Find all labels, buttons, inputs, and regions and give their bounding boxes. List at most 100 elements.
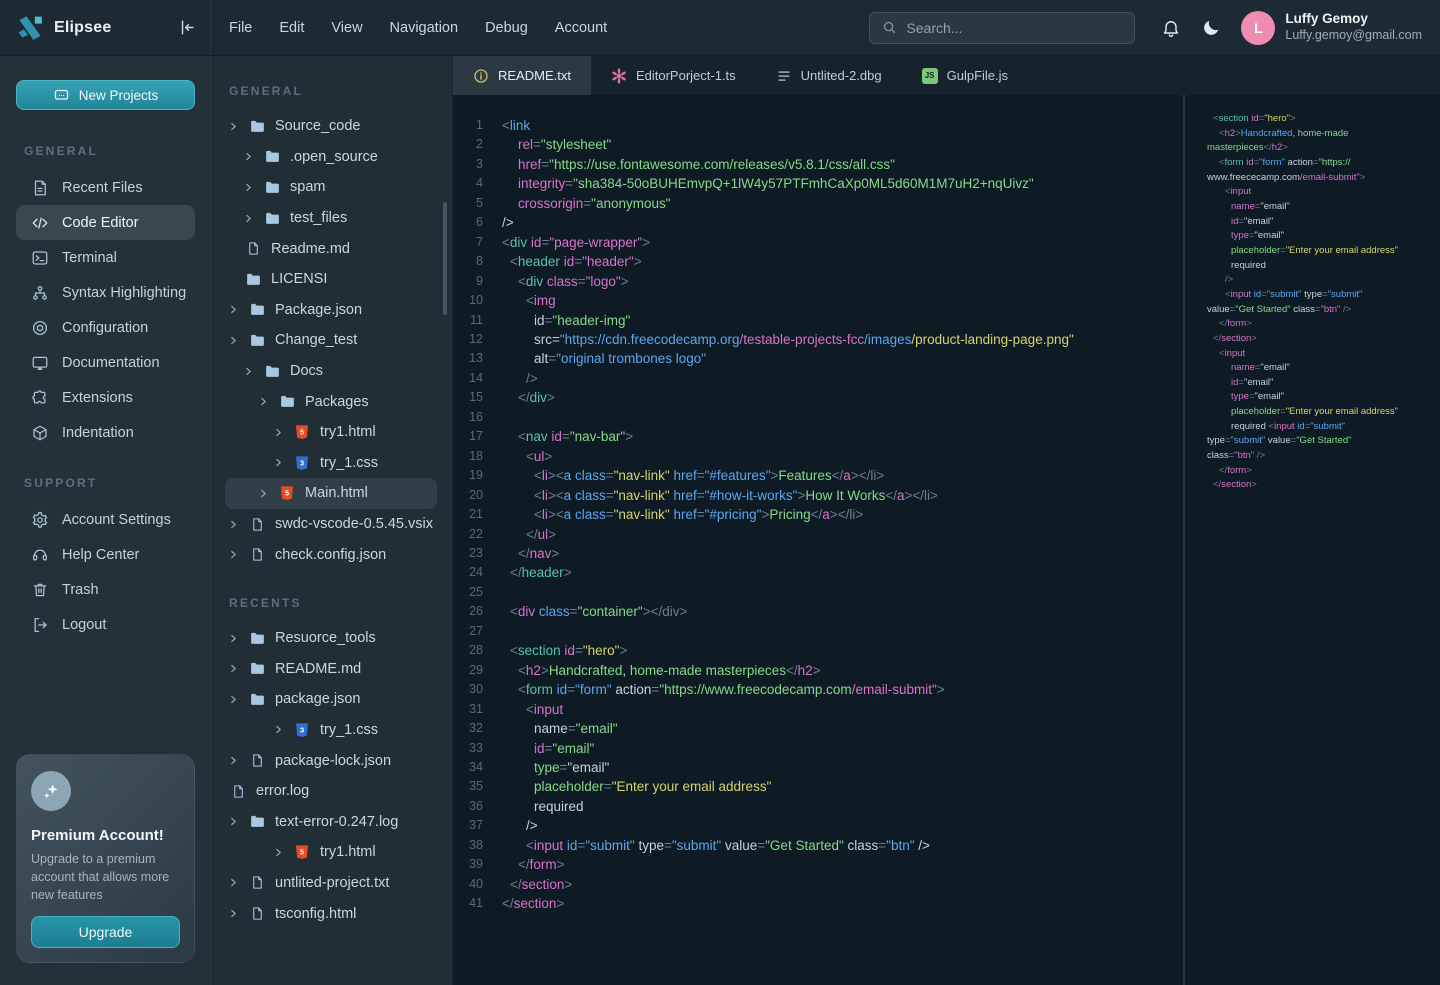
tree-item-change-test[interactable]: Change_test bbox=[211, 325, 452, 356]
code-line[interactable]: 5crossorigin="anonymous" bbox=[453, 194, 1183, 213]
tree-item-try-1-css[interactable]: 3try_1.css bbox=[211, 715, 452, 746]
tree-item-swdc-vscode-0-5-45-vsix[interactable]: swdc-vscode-0.5.45.vsix bbox=[211, 509, 452, 540]
menu-item-account[interactable]: Account bbox=[555, 20, 607, 36]
menu-item-edit[interactable]: Edit bbox=[279, 20, 304, 36]
code-line[interactable]: 7<div id="page-wrapper"> bbox=[453, 233, 1183, 252]
collapse-sidebar-icon[interactable] bbox=[177, 18, 196, 37]
sidebar-item-account-settings[interactable]: Account Settings bbox=[16, 502, 195, 537]
menu-item-view[interactable]: View bbox=[331, 20, 362, 36]
code-line[interactable]: 34type="email" bbox=[453, 758, 1183, 777]
code-line[interactable]: 28<section id="hero"> bbox=[453, 641, 1183, 660]
code-line[interactable]: 11id="header-img" bbox=[453, 311, 1183, 330]
tree-item-error-log[interactable]: error.log bbox=[211, 776, 452, 807]
code-line[interactable]: 12src="https://cdn.freecodecamp.org/test… bbox=[453, 330, 1183, 349]
code-line[interactable]: 39</form> bbox=[453, 855, 1183, 874]
tab-gulpfile-js[interactable]: JSGulpFile.js bbox=[902, 56, 1028, 95]
menu-item-file[interactable]: File bbox=[229, 20, 252, 36]
tab-untlited-2-dbg[interactable]: Untlited-2.dbg bbox=[756, 56, 902, 95]
sidebar-item-extensions[interactable]: Extensions bbox=[16, 380, 195, 415]
sidebar-item-documentation[interactable]: Documentation bbox=[16, 345, 195, 380]
code-line[interactable]: 38<input id="submit" type="submit" value… bbox=[453, 836, 1183, 855]
code-line[interactable]: 8<header id="header"> bbox=[453, 252, 1183, 271]
tree-item-source-code[interactable]: Source_code bbox=[211, 111, 452, 142]
code-line[interactable]: 30<form id="form" action="https://www.fr… bbox=[453, 680, 1183, 699]
code-line[interactable]: 23</nav> bbox=[453, 544, 1183, 563]
upgrade-button[interactable]: Upgrade bbox=[31, 916, 180, 948]
new-projects-button[interactable]: New Projects bbox=[16, 80, 195, 110]
code-line[interactable]: 22</ul> bbox=[453, 525, 1183, 544]
tree-item-try1-html[interactable]: 5try1.html bbox=[211, 417, 452, 448]
sidebar-item-help-center[interactable]: Help Center bbox=[16, 537, 195, 572]
tree-item-open-source[interactable]: .open_source bbox=[211, 142, 452, 173]
code-line[interactable]: 37/> bbox=[453, 816, 1183, 835]
code-line[interactable]: 26<div class="container"></div> bbox=[453, 602, 1183, 621]
sidebar-item-syntax-highlighting[interactable]: Syntax Highlighting bbox=[16, 275, 195, 310]
sidebar-item-configuration[interactable]: Configuration bbox=[16, 310, 195, 345]
sidebar-item-code-editor[interactable]: Code Editor bbox=[16, 205, 195, 240]
code-line[interactable]: 6/> bbox=[453, 213, 1183, 232]
code-line[interactable]: 24</header> bbox=[453, 563, 1183, 582]
code-token: </ bbox=[510, 877, 522, 892]
code-line[interactable]: 2rel="stylesheet" bbox=[453, 135, 1183, 154]
sidebar-item-logout[interactable]: Logout bbox=[16, 607, 195, 642]
tree-item-package-json[interactable]: package.json bbox=[211, 684, 452, 715]
tree-item-test-files[interactable]: test_files bbox=[211, 203, 452, 234]
code-line[interactable]: 13alt="original trombones logo" bbox=[453, 349, 1183, 368]
code-line[interactable]: 14/> bbox=[453, 369, 1183, 388]
code-line[interactable]: 21<li><a class="nav-link" href="#pricing… bbox=[453, 505, 1183, 524]
code-line[interactable]: 36required bbox=[453, 797, 1183, 816]
dark-mode-moon-icon[interactable] bbox=[1201, 18, 1221, 38]
code-line[interactable]: 4integrity="sha384-50oBUHEmvpQ+1lW4y57PT… bbox=[453, 174, 1183, 193]
tab-readme-txt[interactable]: README.txt bbox=[453, 56, 591, 95]
code-line[interactable]: 15</div> bbox=[453, 388, 1183, 407]
code-line[interactable]: 1<link bbox=[453, 116, 1183, 135]
tree-item-resuorce-tools[interactable]: Resuorce_tools bbox=[211, 623, 452, 654]
code-area[interactable]: 1<link2rel="stylesheet"3href="https://us… bbox=[453, 95, 1183, 985]
tree-item-text-error-0-247-log[interactable]: text-error-0.247.log bbox=[211, 806, 452, 837]
tree-item-package-json[interactable]: Package.json bbox=[211, 295, 452, 326]
code-line[interactable]: 17<nav id="nav-bar"> bbox=[453, 427, 1183, 446]
tree-item-try-1-css[interactable]: 3try_1.css bbox=[211, 448, 452, 479]
code-line[interactable]: 32name="email" bbox=[453, 719, 1183, 738]
code-line[interactable]: 18<ul> bbox=[453, 447, 1183, 466]
explorer-scrollbar[interactable] bbox=[443, 202, 447, 315]
code-line[interactable]: 27 bbox=[453, 622, 1183, 641]
tree-item-packages[interactable]: Packages bbox=[211, 386, 452, 417]
tree-item-package-lock-json[interactable]: package-lock.json bbox=[211, 745, 452, 776]
sidebar-item-recent-files[interactable]: Recent Files bbox=[16, 170, 195, 205]
code-line[interactable]: 10<img bbox=[453, 291, 1183, 310]
code-line[interactable]: 29<h2>Handcrafted, home-made masterpiece… bbox=[453, 661, 1183, 680]
tab-editorporject-1-ts[interactable]: EditorPorject-1.ts bbox=[591, 56, 756, 95]
tree-item-check-config-json[interactable]: check.config.json bbox=[211, 539, 452, 570]
tree-item-docs[interactable]: Docs bbox=[211, 356, 452, 387]
code-line[interactable]: 9<div class="logo"> bbox=[453, 272, 1183, 291]
tree-item-readme-md[interactable]: README.md bbox=[211, 654, 452, 685]
code-line[interactable]: 33id="email" bbox=[453, 739, 1183, 758]
menu-item-debug[interactable]: Debug bbox=[485, 20, 528, 36]
tree-item-spam[interactable]: spam bbox=[211, 172, 452, 203]
tree-item-tsconfig-html[interactable]: tsconfig.html bbox=[211, 898, 452, 929]
tree-item-untlited-project-txt[interactable]: untlited-project.txt bbox=[211, 868, 452, 899]
code-line[interactable]: 3href="https://use.fontawesome.com/relea… bbox=[453, 155, 1183, 174]
code-token: </li> bbox=[859, 468, 885, 483]
code-line[interactable]: 16 bbox=[453, 408, 1183, 427]
code-line[interactable]: 40</section> bbox=[453, 875, 1183, 894]
sidebar-item-terminal[interactable]: Terminal bbox=[16, 240, 195, 275]
code-line[interactable]: 31<input bbox=[453, 700, 1183, 719]
tree-item-licensi[interactable]: LICENSI bbox=[211, 264, 452, 295]
code-line[interactable]: 35placeholder="Enter your email address" bbox=[453, 777, 1183, 796]
search-input[interactable]: Search... bbox=[869, 12, 1135, 44]
user-menu[interactable]: L Luffy Gemoy Luffy.gemoy@gmail.com bbox=[1241, 11, 1422, 45]
code-line[interactable]: 41</section> bbox=[453, 894, 1183, 913]
sidebar-item-indentation[interactable]: Indentation bbox=[16, 415, 195, 450]
code-line[interactable]: 19<li><a class="nav-link" href="#feature… bbox=[453, 466, 1183, 485]
tree-item-main-html[interactable]: 5Main.html bbox=[225, 478, 437, 509]
code-line[interactable]: 20<li><a class="nav-link" href="#how-it-… bbox=[453, 486, 1183, 505]
code-line[interactable]: 25 bbox=[453, 583, 1183, 602]
menu-item-navigation[interactable]: Navigation bbox=[390, 20, 459, 36]
tree-item-try1-html[interactable]: 5try1.html bbox=[211, 837, 452, 868]
sidebar-item-trash[interactable]: Trash bbox=[16, 572, 195, 607]
tree-item-readme-md[interactable]: Readme.md bbox=[211, 233, 452, 264]
notifications-bell-icon[interactable] bbox=[1161, 18, 1181, 38]
minimap[interactable]: <section id="hero"><h2>Handcrafted, home… bbox=[1183, 95, 1440, 985]
